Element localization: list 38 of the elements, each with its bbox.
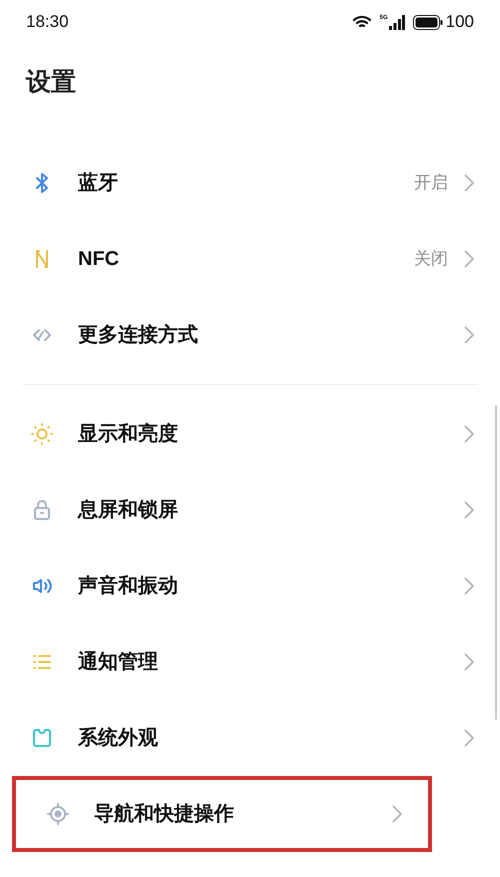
settings-item[interactable]: 声音和振动 [0, 548, 500, 624]
settings-item[interactable]: 系统外观 [0, 700, 500, 776]
battery-level: 100 [446, 11, 474, 34]
item-label: 通知管理 [78, 650, 159, 675]
settings-item[interactable]: NFC 关闭 [0, 221, 500, 297]
page-title: 设置 [26, 67, 77, 98]
item-status: 开启 [414, 172, 448, 194]
item-label: 更多连接方式 [78, 322, 199, 348]
chevron-icon [464, 326, 474, 344]
chevron-icon [464, 501, 474, 519]
item-label: NFC [78, 247, 120, 272]
settings-item[interactable]: 更多连接方式 [0, 297, 500, 373]
chevron-icon [464, 729, 474, 747]
item-label: 声音和振动 [78, 574, 179, 599]
battery-icon [412, 14, 443, 30]
item-status: 关闭 [414, 248, 448, 270]
status-time: 18:30 [26, 11, 69, 34]
settings-item[interactable]: 导航和快捷操作 [12, 776, 432, 852]
target-icon [46, 802, 70, 826]
settings-item[interactable]: 蓝牙 开启 [0, 145, 500, 221]
item-label: 息屏和锁屏 [78, 498, 179, 523]
item-label: 导航和快捷操作 [94, 802, 235, 827]
item-label: 显示和亮度 [78, 422, 179, 447]
chevron-icon [464, 250, 474, 268]
settings-item[interactable]: 显示和亮度 [0, 396, 500, 472]
chevron-icon [392, 805, 402, 823]
chevron-icon [464, 425, 474, 443]
theme-icon [30, 726, 54, 750]
settings-item[interactable]: 息屏和锁屏 [0, 472, 500, 548]
signal-icon [388, 14, 405, 30]
sun-icon [30, 422, 54, 446]
item-label: 蓝牙 [78, 171, 119, 196]
chevron-icon [464, 653, 474, 671]
item-label: 系统外观 [78, 726, 159, 751]
settings-item[interactable]: 通知管理 [0, 624, 500, 700]
chevron-icon [464, 577, 474, 595]
wifi-icon [352, 14, 372, 30]
chevron-icon [464, 174, 474, 192]
